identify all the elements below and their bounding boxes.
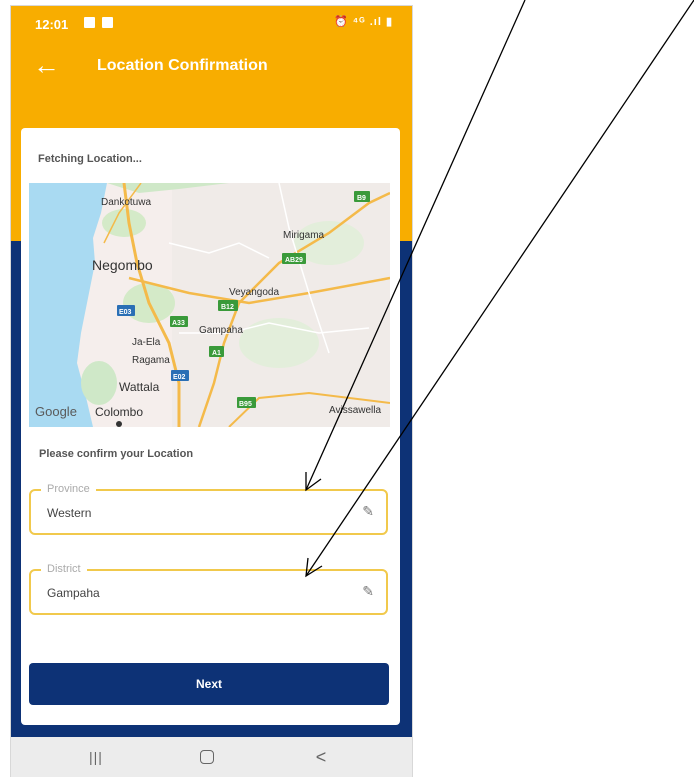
- annotation-arrow-line: [305, 0, 694, 577]
- annotation-arrows: [305, 0, 694, 578]
- annotation-arrow-line: [305, 0, 526, 491]
